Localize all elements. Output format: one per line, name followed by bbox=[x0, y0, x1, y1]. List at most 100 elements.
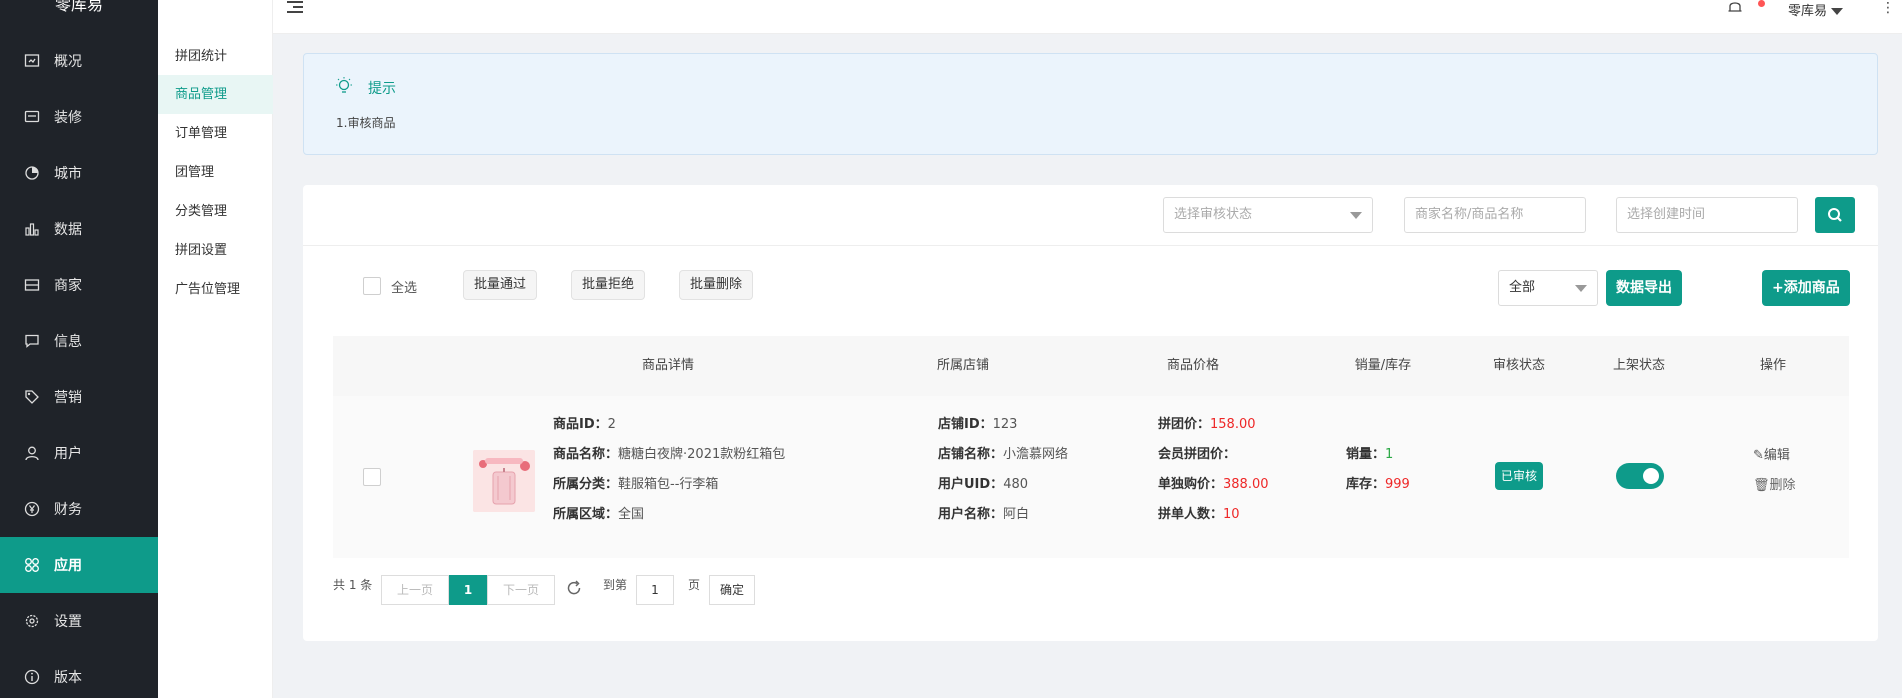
keyword-input[interactable]: 商家名称/商品名称 bbox=[1404, 197, 1586, 233]
sidebar-item-decorate[interactable]: 装修 bbox=[0, 89, 158, 145]
gear-icon bbox=[24, 613, 40, 629]
brand-logo: 零库易 bbox=[54, 0, 103, 14]
sidebar-item-label: 设置 bbox=[54, 614, 82, 630]
col-shelf-status: 上架状态 bbox=[1612, 358, 1665, 373]
goods-card: 选择审核状态 商家名称/商品名称 选择创建时间 全选 批量通过 批量拒绝 批量删… bbox=[303, 185, 1878, 641]
sidebar-item-settings[interactable]: 设置 bbox=[0, 593, 158, 649]
user-name: 零库易 bbox=[1788, 4, 1828, 19]
caret-down-icon bbox=[1831, 8, 1844, 15]
member-price-cell: 会员拼团价： bbox=[1158, 447, 1237, 462]
scope-select[interactable]: 全部 bbox=[1498, 270, 1598, 306]
sidebar-item-user[interactable]: 用户 bbox=[0, 425, 158, 481]
top-bar: 零库易 ⋮ bbox=[273, 0, 1902, 34]
search-button[interactable] bbox=[1815, 197, 1855, 233]
refresh-icon[interactable] bbox=[565, 579, 583, 601]
subnav-item-group-settings[interactable]: 拼团设置 bbox=[158, 231, 273, 270]
audit-status-placeholder: 选择审核状态 bbox=[1174, 207, 1253, 222]
select-all-label[interactable]: 全选 bbox=[391, 277, 417, 296]
sidebar-item-message[interactable]: 信息 bbox=[0, 313, 158, 369]
goto-label: 到第 bbox=[603, 578, 628, 592]
sidebar-item-city[interactable]: 城市 bbox=[0, 145, 158, 201]
next-page-button[interactable]: 下一页 bbox=[487, 575, 555, 605]
batch-delete-button[interactable]: 批量删除 bbox=[679, 270, 754, 300]
subnav-item-goods[interactable]: 商品管理 bbox=[158, 75, 273, 114]
yen-icon bbox=[24, 501, 40, 517]
tips-text: 1.审核商品 bbox=[336, 116, 396, 130]
goods-thumbnail[interactable] bbox=[473, 450, 535, 512]
caret-down-icon bbox=[1575, 285, 1587, 292]
user-menu[interactable]: 零库易 bbox=[1788, 0, 1844, 19]
sidebar-item-label: 应用 bbox=[54, 558, 82, 574]
shop-id-cell: 店铺ID：123 bbox=[938, 417, 1018, 432]
keyword-placeholder: 商家名称/商品名称 bbox=[1415, 207, 1524, 222]
row-checkbox[interactable] bbox=[363, 468, 381, 486]
uid-cell: 用户UID：480 bbox=[938, 477, 1029, 492]
lightbulb-icon bbox=[334, 76, 354, 96]
subnav-item-ads[interactable]: 广告位管理 bbox=[158, 270, 273, 309]
sidebar-item-label: 财务 bbox=[54, 502, 82, 518]
sidebar-item-overview[interactable]: 概况 bbox=[0, 33, 158, 89]
region-cell: 所属区域：全国 bbox=[553, 507, 645, 522]
bell-icon[interactable] bbox=[1727, 0, 1743, 18]
goto-confirm-button[interactable]: 确定 bbox=[709, 575, 755, 605]
col-actions: 操作 bbox=[1759, 358, 1786, 373]
category-cell: 所属分类：鞋服箱包--行李箱 bbox=[553, 477, 719, 492]
message-icon bbox=[24, 333, 40, 349]
tips-panel: 提示 1.审核商品 bbox=[303, 53, 1878, 155]
page-unit-label: 页 bbox=[688, 578, 701, 592]
subnav-item-group-stats[interactable]: 拼团统计 bbox=[158, 37, 273, 76]
select-all-checkbox[interactable] bbox=[363, 277, 381, 295]
tag-icon bbox=[24, 389, 40, 405]
delete-link[interactable]: 🗑删除 bbox=[1753, 474, 1796, 493]
sidebar-item-data[interactable]: 数据 bbox=[0, 201, 158, 257]
notification-dot bbox=[1758, 0, 1765, 7]
sidebar-item-finance[interactable]: 财务 bbox=[0, 481, 158, 537]
user-name-cell: 用户名称：阿白 bbox=[938, 507, 1030, 522]
add-goods-button[interactable]: +添加商品 bbox=[1762, 270, 1850, 306]
edit-link[interactable]: ✎编辑 bbox=[1753, 444, 1790, 463]
date-input[interactable]: 选择创建时间 bbox=[1616, 197, 1798, 233]
goods-id-cell: 商品ID：2 bbox=[553, 417, 616, 432]
user-icon bbox=[24, 445, 40, 461]
single-price-cell: 单独购价：388.00 bbox=[1158, 477, 1269, 492]
subnav-item-orders[interactable]: 订单管理 bbox=[158, 114, 273, 153]
sidebar-item-label: 信息 bbox=[54, 334, 82, 350]
col-audit-status: 审核状态 bbox=[1492, 358, 1545, 373]
pencil-icon: ✎ bbox=[1753, 448, 1764, 463]
stock-cell: 库存：999 bbox=[1346, 477, 1410, 492]
decorate-icon bbox=[24, 109, 40, 125]
sidebar-item-label: 装修 bbox=[54, 110, 82, 126]
col-sales-stock: 销量/库存 bbox=[1354, 358, 1412, 373]
sidebar-item-label: 版本 bbox=[54, 670, 82, 686]
audit-status-badge: 已审核 bbox=[1495, 462, 1544, 490]
sidebar-item-apps[interactable]: 应用 bbox=[0, 537, 158, 593]
sidebar-item-label: 数据 bbox=[54, 222, 82, 238]
trash-icon: 🗑 bbox=[1753, 478, 1770, 493]
sidebar-item-label: 概况 bbox=[54, 54, 82, 70]
batch-reject-button[interactable]: 批量拒绝 bbox=[571, 270, 646, 300]
page-1-button[interactable]: 1 bbox=[449, 575, 487, 605]
audit-status-select[interactable]: 选择审核状态 bbox=[1163, 197, 1373, 233]
col-goods-detail: 商品详情 bbox=[641, 358, 694, 373]
group-price-cell: 拼团价：158.00 bbox=[1158, 417, 1256, 432]
prev-page-button[interactable]: 上一页 bbox=[381, 575, 449, 605]
subnav-item-groups[interactable]: 团管理 bbox=[158, 153, 273, 192]
sidebar-item-version[interactable]: 版本 bbox=[0, 649, 158, 698]
batch-pass-button[interactable]: 批量通过 bbox=[463, 270, 538, 300]
table-header: 商品详情 所属店铺 商品价格 销量/库存 审核状态 上架状态 操作 bbox=[333, 336, 1849, 396]
menu-fold-icon[interactable] bbox=[287, 0, 303, 14]
date-placeholder: 选择创建时间 bbox=[1627, 207, 1706, 222]
sidebar-item-marketing[interactable]: 营销 bbox=[0, 369, 158, 425]
total-count: 共 1 条 bbox=[333, 578, 373, 592]
group-size-cell: 拼单人数：10 bbox=[1158, 507, 1240, 522]
sidebar-item-label: 城市 bbox=[54, 166, 82, 182]
subnav-item-categories[interactable]: 分类管理 bbox=[158, 192, 273, 231]
apps-icon bbox=[24, 557, 40, 573]
sidebar-item-shop[interactable]: 商家 bbox=[0, 257, 158, 313]
export-button[interactable]: 数据导出 bbox=[1606, 270, 1682, 306]
shelf-status-toggle[interactable] bbox=[1616, 463, 1664, 489]
more-icon[interactable]: ⋮ bbox=[1881, 0, 1895, 16]
toggle-knob bbox=[1643, 468, 1659, 484]
table-row: 商品ID：2 商品名称：糖糖白夜牌·2021款粉红箱包 所属分类：鞋服箱包--行… bbox=[333, 396, 1849, 558]
goto-page-input[interactable]: 1 bbox=[636, 575, 674, 605]
